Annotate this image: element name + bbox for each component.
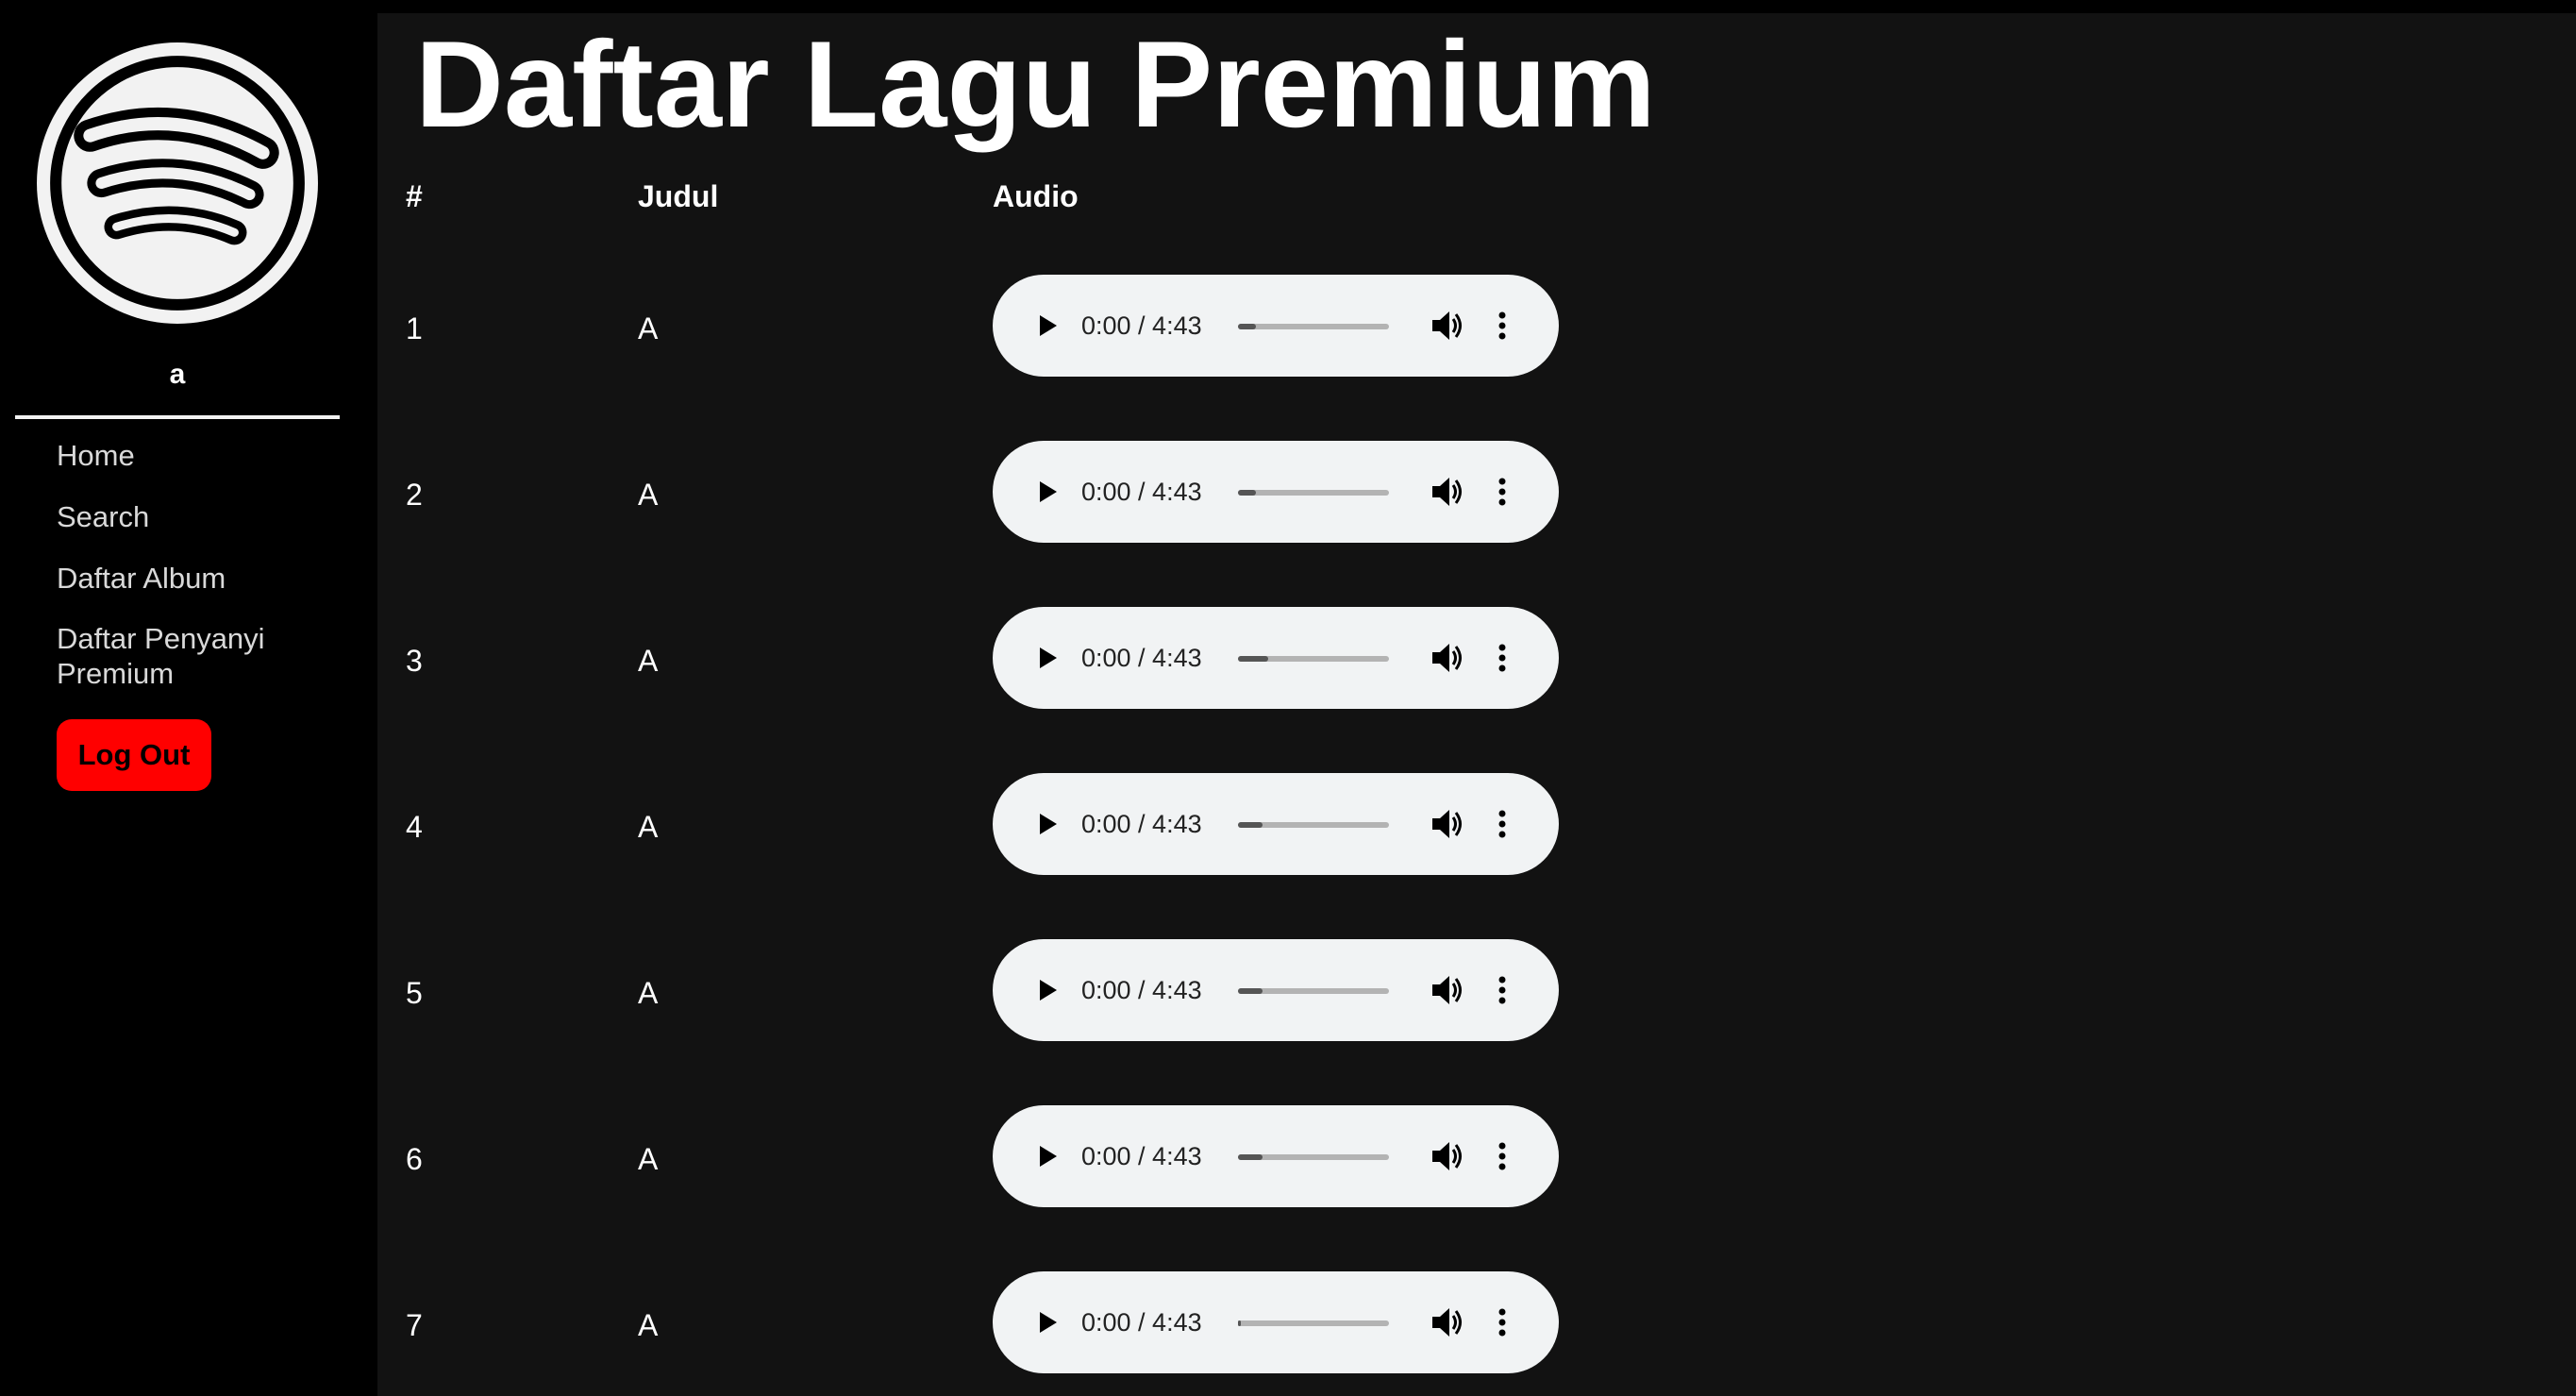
audio-progress-bar[interactable] xyxy=(1238,988,1389,994)
audio-player[interactable]: 0:00 / 4:43 xyxy=(993,275,1559,377)
main-content: Daftar Lagu Premium # Judul Audio 1 A 0:00… xyxy=(377,13,2576,1396)
username: a xyxy=(169,359,186,390)
audio-player[interactable]: 0:00 / 4:43 xyxy=(993,441,1559,543)
more-options-icon[interactable] xyxy=(1493,807,1512,841)
row-title: A xyxy=(638,810,659,844)
audio-time: 0:00 / 4:43 xyxy=(1081,311,1202,340)
logout-button[interactable]: Log Out xyxy=(57,719,211,791)
play-icon[interactable] xyxy=(1030,310,1062,342)
play-icon[interactable] xyxy=(1030,974,1062,1006)
audio-progress-fill xyxy=(1238,1154,1263,1160)
audio-player[interactable]: 0:00 / 4:43 xyxy=(993,773,1559,875)
row-number: 4 xyxy=(406,810,423,844)
volume-icon[interactable] xyxy=(1429,1139,1464,1173)
volume-icon[interactable] xyxy=(1429,641,1464,675)
row-title: A xyxy=(638,644,659,678)
audio-progress-fill xyxy=(1238,490,1257,496)
audio-progress-bar[interactable] xyxy=(1238,324,1389,329)
play-icon[interactable] xyxy=(1030,808,1062,840)
audio-player[interactable]: 0:00 / 4:43 xyxy=(993,1271,1559,1373)
nav-home[interactable]: Home xyxy=(57,438,135,473)
volume-icon[interactable] xyxy=(1429,309,1464,343)
volume-icon[interactable] xyxy=(1429,807,1464,841)
column-header-audio: Audio xyxy=(993,179,1079,213)
more-options-icon[interactable] xyxy=(1493,641,1512,675)
play-icon[interactable] xyxy=(1030,1140,1062,1172)
audio-player[interactable]: 0:00 / 4:43 xyxy=(993,1105,1559,1207)
volume-icon[interactable] xyxy=(1429,475,1464,509)
row-title: A xyxy=(638,976,659,1010)
row-title: A xyxy=(638,478,659,512)
more-options-icon[interactable] xyxy=(1493,1139,1512,1173)
audio-time: 0:00 / 4:43 xyxy=(1081,1308,1202,1337)
audio-player[interactable]: 0:00 / 4:43 xyxy=(993,939,1559,1041)
nav-search[interactable]: Search xyxy=(57,499,149,534)
spotify-logo-icon[interactable] xyxy=(35,41,320,326)
row-number: 1 xyxy=(406,311,423,345)
audio-progress-fill xyxy=(1238,988,1263,994)
nav-daftar-album[interactable]: Daftar Album xyxy=(57,561,226,596)
audio-time: 0:00 / 4:43 xyxy=(1081,478,1202,506)
sidebar: a Home Search Daftar Album Daftar Penyan… xyxy=(0,0,377,1396)
audio-player[interactable]: 0:00 / 4:43 xyxy=(993,607,1559,709)
row-number: 7 xyxy=(406,1308,423,1342)
row-number: 3 xyxy=(406,644,423,678)
audio-time: 0:00 / 4:43 xyxy=(1081,1142,1202,1170)
more-options-icon[interactable] xyxy=(1493,309,1512,343)
audio-progress-bar[interactable] xyxy=(1238,656,1389,662)
audio-progress-fill xyxy=(1238,324,1257,329)
row-number: 6 xyxy=(406,1142,423,1176)
column-header-title: Judul xyxy=(638,179,719,213)
audio-progress-fill xyxy=(1238,656,1268,662)
audio-time: 0:00 / 4:43 xyxy=(1081,976,1202,1004)
sidebar-divider xyxy=(15,415,340,419)
audio-progress-fill xyxy=(1238,822,1263,828)
audio-progress-bar[interactable] xyxy=(1238,1154,1389,1160)
more-options-icon[interactable] xyxy=(1493,1305,1512,1339)
audio-progress-bar[interactable] xyxy=(1238,1320,1389,1326)
row-title: A xyxy=(638,1142,659,1176)
more-options-icon[interactable] xyxy=(1493,475,1512,509)
audio-time: 0:00 / 4:43 xyxy=(1081,644,1202,672)
audio-time: 0:00 / 4:43 xyxy=(1081,810,1202,838)
volume-icon[interactable] xyxy=(1429,973,1464,1007)
volume-icon[interactable] xyxy=(1429,1305,1464,1339)
page-title: Daftar Lagu Premium xyxy=(415,15,1656,153)
row-title: A xyxy=(638,1308,659,1342)
play-icon[interactable] xyxy=(1030,1306,1062,1338)
row-title: A xyxy=(638,311,659,345)
audio-progress-bar[interactable] xyxy=(1238,822,1389,828)
row-number: 2 xyxy=(406,478,423,512)
audio-progress-bar[interactable] xyxy=(1238,490,1389,496)
play-icon[interactable] xyxy=(1030,476,1062,508)
nav-daftar-penyanyi-premium[interactable]: Daftar Penyanyi Premium xyxy=(57,621,340,691)
column-header-number: # xyxy=(406,179,423,213)
play-icon[interactable] xyxy=(1030,642,1062,674)
audio-progress-fill xyxy=(1238,1320,1242,1326)
more-options-icon[interactable] xyxy=(1493,973,1512,1007)
row-number: 5 xyxy=(406,976,423,1010)
